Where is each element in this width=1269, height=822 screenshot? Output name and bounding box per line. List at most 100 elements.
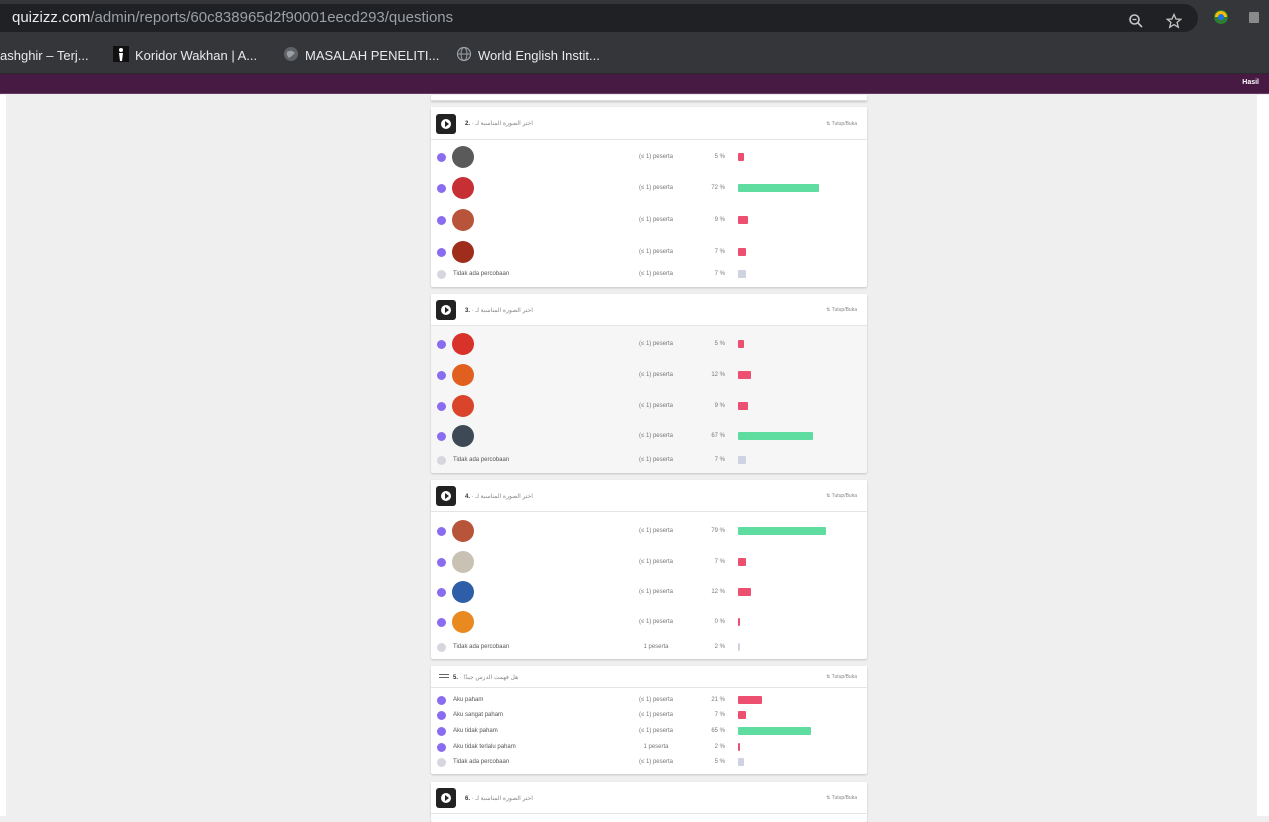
bookmark-item[interactable]: ashghir – Terj... — [0, 46, 89, 64]
option-marker — [437, 431, 446, 441]
bookmark-label: ashghir – Terj... — [0, 47, 89, 63]
previous-question-card-end — [431, 95, 867, 101]
no-attempt-row: Tidak ada percobaan (≤ 1) peserta 7 % — [431, 454, 867, 466]
response-bar — [738, 340, 744, 348]
bookmark-label: MASALAH PENELITI... — [305, 47, 440, 63]
no-attempt-row: Tidak ada percobaan (≤ 1) peserta 5 % — [431, 756, 867, 768]
page-margin-right — [1257, 95, 1269, 816]
option-marker — [437, 742, 446, 752]
option-marker — [437, 587, 446, 597]
option-marker — [437, 152, 446, 162]
quizizz-header: Hasil — [0, 74, 1269, 94]
option-row: (≤ 1) peserta 12 % — [431, 364, 867, 386]
question-card: 2. · اختر الصورة المناسبة لـ ⇅ Tutup/Buka… — [431, 107, 867, 287]
option-text: Aku tidak paham — [453, 727, 498, 734]
option-row: Aku sangat paham (≤ 1) peserta 7 % — [431, 709, 867, 721]
collapse-toggle[interactable]: ⇅ Tutup/Buka — [826, 307, 857, 313]
participant-count: (≤ 1) peserta — [639, 558, 673, 565]
percentage: 2 % — [714, 643, 725, 650]
option-row: (≤ 1) peserta 5 % — [431, 146, 867, 168]
question-text: · اختر الصورة المناسبة لـ — [471, 121, 533, 127]
collapse-label: Tutup/Buka — [831, 120, 857, 127]
question-header: 6. · اختر الصورة المناسبة لـ ⇅ Tutup/Buka — [431, 782, 867, 814]
option-row: (≤ 1) peserta 67 % — [431, 425, 867, 447]
option-row: (≤ 1) peserta 12 % — [431, 581, 867, 603]
collapse-toggle[interactable]: ⇅ Tutup/Buka — [826, 121, 857, 127]
percentage: 65 % — [711, 727, 725, 734]
results-tab[interactable]: Hasil — [1242, 79, 1259, 86]
browser-toolbar: quizizz.com/admin/reports/60c838965d2f90… — [0, 0, 1269, 36]
response-bar — [738, 743, 740, 751]
participant-count: (≤ 1) peserta — [639, 270, 673, 277]
collapse-label: Tutup/Buka — [831, 307, 857, 313]
option-image — [452, 520, 474, 542]
participant-count: (≤ 1) peserta — [639, 153, 673, 160]
option-marker — [437, 183, 446, 193]
bookmark-item[interactable]: World English Instit... — [456, 46, 600, 64]
url-text[interactable]: quizizz.com/admin/reports/60c838965d2f90… — [12, 9, 453, 26]
extension-icon[interactable] — [1212, 8, 1230, 30]
question-header: 3. · اختر الصورة المناسبة لـ ⇅ Tutup/Buka — [431, 294, 867, 326]
option-marker — [437, 215, 446, 225]
option-row: (≤ 1) peserta 72 % — [431, 177, 867, 199]
option-marker — [437, 370, 446, 380]
no-attempt-label: Tidak ada percobaan — [453, 643, 510, 650]
bookmark-label: World English Instit... — [478, 47, 600, 63]
percentage: 9 % — [714, 216, 725, 223]
collapse-toggle[interactable]: ⇅ Tutup/Buka — [826, 795, 857, 801]
response-bar — [738, 711, 746, 719]
extension-icon-2[interactable] — [1248, 10, 1260, 28]
participant-count: 1 peserta — [643, 743, 669, 750]
question-media-icon[interactable] — [436, 486, 456, 506]
question-number: 2. — [465, 121, 471, 127]
option-text: Aku tidak terlalu paham — [453, 743, 516, 750]
option-image — [452, 209, 474, 231]
percentage: 9 % — [714, 402, 725, 409]
no-attempt-marker — [437, 455, 446, 465]
participant-count: (≤ 1) peserta — [639, 456, 673, 463]
option-text: Aku sangat paham — [453, 711, 504, 718]
percentage: 7 % — [714, 558, 725, 565]
collapse-label: Tutup/Buka — [831, 795, 857, 801]
percentage: 12 % — [711, 588, 725, 595]
question-media-icon[interactable] — [436, 788, 456, 808]
participant-count: (≤ 1) peserta — [639, 727, 673, 734]
question-header: 4. · اختر الصورة المناسبة لـ ⇅ Tutup/Buka — [431, 480, 867, 512]
percentage: 7 % — [714, 456, 725, 463]
no-attempt-row: Tidak ada percobaan 1 peserta 2 % — [431, 641, 867, 653]
collapse-toggle[interactable]: ⇅ Tutup/Buka — [826, 493, 857, 499]
response-bar — [738, 153, 744, 161]
bookmark-item[interactable]: MASALAH PENELITI... — [283, 46, 439, 64]
option-row: (≤ 1) peserta 79 % — [431, 520, 867, 542]
person-icon — [113, 45, 129, 65]
zoom-icon[interactable] — [1128, 13, 1144, 33]
collapse-toggle[interactable]: ⇅ Tutup/Buka — [826, 674, 857, 680]
question-media-icon[interactable] — [436, 113, 456, 134]
no-attempt-label: Tidak ada percobaan — [453, 270, 510, 277]
option-marker — [437, 617, 446, 627]
percentage: 5 % — [714, 153, 725, 160]
option-marker — [437, 695, 446, 705]
question-text: · هل فهمت الدرس جيدًا — [459, 674, 519, 681]
option-row: Aku tidak terlalu paham 1 peserta 2 % — [431, 741, 867, 753]
address-bar[interactable]: quizizz.com/admin/reports/60c838965d2f90… — [0, 4, 1198, 32]
question-media-icon[interactable] — [436, 300, 456, 320]
participant-count: (≤ 1) peserta — [639, 184, 673, 191]
percentage: 7 % — [714, 248, 725, 255]
percentage: 21 % — [711, 696, 725, 703]
percentage: 79 % — [711, 527, 725, 534]
option-row: (≤ 1) peserta 9 % — [431, 395, 867, 417]
response-bar — [738, 270, 746, 278]
option-marker — [437, 726, 446, 736]
percentage: 67 % — [711, 432, 725, 439]
question-title: 5. · هل فهمت الدرس جيدًا — [453, 674, 518, 681]
star-icon[interactable] — [1165, 12, 1183, 33]
bookmarks-bar: ashghir – Terj... Koridor Wakhan | A... … — [0, 36, 1269, 74]
question-number: 3. — [465, 307, 471, 314]
bookmark-item[interactable]: Koridor Wakhan | A... — [113, 45, 257, 65]
percentage: 7 % — [714, 711, 725, 718]
question-number: 5. — [453, 674, 459, 681]
option-image — [452, 364, 474, 386]
participant-count: (≤ 1) peserta — [639, 618, 673, 625]
question-title: 4. · اختر الصورة المناسبة لـ — [465, 493, 533, 500]
